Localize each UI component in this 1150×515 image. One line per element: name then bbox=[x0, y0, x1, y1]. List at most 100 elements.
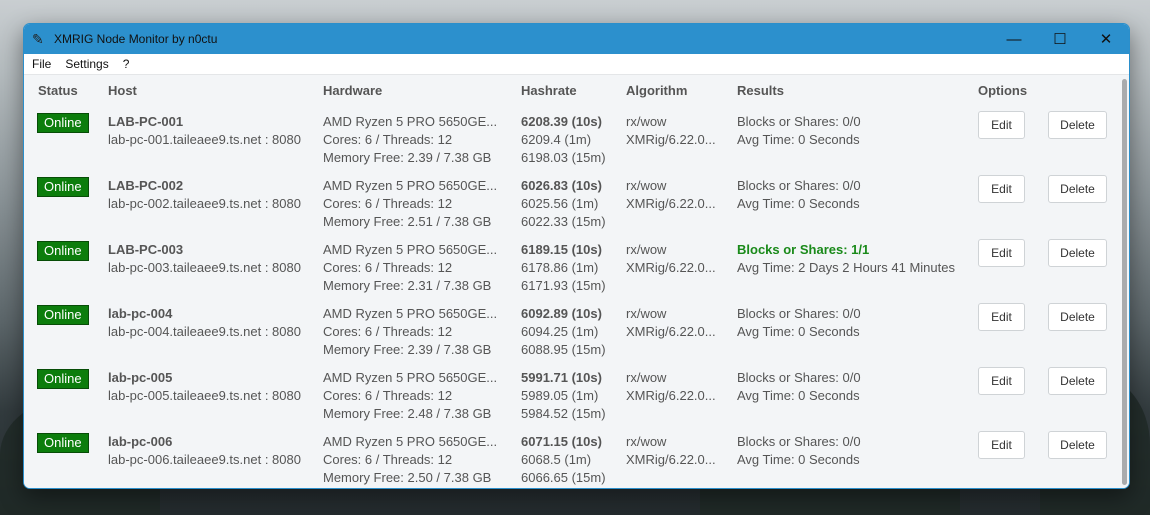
delete-button[interactable]: Delete bbox=[1048, 367, 1107, 395]
host-address: lab-pc-003.taileaee9.ts.net : 8080 bbox=[108, 260, 301, 275]
results-cell: Blocks or Shares: 0/0 Avg Time: 0 Second… bbox=[737, 177, 861, 213]
results-cell: Blocks or Shares: 0/0 Avg Time: 0 Second… bbox=[737, 369, 861, 405]
cpu-model: AMD Ryzen 5 PRO 5650GE... bbox=[323, 242, 498, 257]
menu-bar: File Settings ? bbox=[24, 54, 1129, 75]
hashrate-1m: 6068.5 (1m) bbox=[521, 452, 592, 467]
delete-button[interactable]: Delete bbox=[1048, 111, 1107, 139]
app-window: ✎ XMRIG Node Monitor by n0ctu — ☐ ✕ File… bbox=[23, 23, 1130, 489]
hashrate-cell: 6208.39 (10s) 6209.4 (1m) 6198.03 (15m) bbox=[521, 113, 606, 167]
delete-button[interactable]: Delete bbox=[1048, 175, 1107, 203]
shares-count: Blocks or Shares: 0/0 bbox=[737, 178, 861, 193]
algorithm-cell: rx/wow XMRig/6.22.0... bbox=[626, 241, 716, 277]
title-bar[interactable]: ✎ XMRIG Node Monitor by n0ctu — ☐ ✕ bbox=[24, 24, 1129, 54]
table-row: Online lab-pc-006 lab-pc-006.taileaee9.t… bbox=[24, 429, 1114, 488]
edit-button[interactable]: Edit bbox=[978, 431, 1025, 459]
shares-count: Blocks or Shares: 0/0 bbox=[737, 370, 861, 385]
cpu-cores: Cores: 6 / Threads: 12 bbox=[323, 452, 453, 467]
cpu-model: AMD Ryzen 5 PRO 5650GE... bbox=[323, 370, 498, 385]
status-badge: Online bbox=[37, 369, 89, 389]
edit-button[interactable]: Edit bbox=[978, 111, 1025, 139]
cpu-cores: Cores: 6 / Threads: 12 bbox=[323, 324, 453, 339]
algorithm-cell: rx/wow XMRig/6.22.0... bbox=[626, 305, 716, 341]
shares-count: Blocks or Shares: 0/0 bbox=[737, 434, 861, 449]
hardware-cell: AMD Ryzen 5 PRO 5650GE... Cores: 6 / Thr… bbox=[323, 305, 497, 359]
algorithm-cell: rx/wow XMRig/6.22.0... bbox=[626, 433, 716, 469]
host-address: lab-pc-005.taileaee9.ts.net : 8080 bbox=[108, 388, 301, 403]
header-host: Host bbox=[108, 83, 137, 98]
algorithm-name: rx/wow bbox=[626, 434, 667, 449]
miner-version: XMRig/6.22.0... bbox=[626, 260, 716, 275]
hashrate-15m: 5984.52 (15m) bbox=[521, 406, 606, 421]
header-hardware: Hardware bbox=[323, 83, 383, 98]
avg-time: Avg Time: 0 Seconds bbox=[737, 196, 860, 211]
miner-version: XMRig/6.22.0... bbox=[626, 196, 716, 211]
delete-button[interactable]: Delete bbox=[1048, 303, 1107, 331]
hashrate-15m: 6066.65 (15m) bbox=[521, 470, 606, 485]
cpu-model: AMD Ryzen 5 PRO 5650GE... bbox=[323, 306, 498, 321]
hashrate-1m: 5989.05 (1m) bbox=[521, 388, 599, 403]
hashrate-10s: 6071.15 (10s) bbox=[521, 434, 602, 449]
cpu-cores: Cores: 6 / Threads: 12 bbox=[323, 388, 453, 403]
hashrate-cell: 5991.71 (10s) 5989.05 (1m) 5984.52 (15m) bbox=[521, 369, 606, 423]
table-row: Online LAB-PC-002 lab-pc-002.taileaee9.t… bbox=[24, 173, 1114, 237]
avg-time: Avg Time: 0 Seconds bbox=[737, 388, 860, 403]
menu-file[interactable]: File bbox=[24, 57, 58, 71]
memory-free: Memory Free: 2.48 / 7.38 GB bbox=[323, 406, 492, 421]
status-badge: Online bbox=[37, 305, 89, 325]
algorithm-name: rx/wow bbox=[626, 370, 667, 385]
status-badge: Online bbox=[37, 241, 89, 261]
host-name: LAB-PC-003 bbox=[108, 242, 184, 257]
hashrate-cell: 6071.15 (10s) 6068.5 (1m) 6066.65 (15m) bbox=[521, 433, 606, 487]
edit-button[interactable]: Edit bbox=[978, 175, 1025, 203]
host-name: LAB-PC-002 bbox=[108, 178, 184, 193]
scrollbar[interactable] bbox=[1122, 79, 1127, 485]
edit-button[interactable]: Edit bbox=[978, 303, 1025, 331]
hardware-cell: AMD Ryzen 5 PRO 5650GE... Cores: 6 / Thr… bbox=[323, 369, 497, 423]
memory-free: Memory Free: 2.31 / 7.38 GB bbox=[323, 278, 492, 293]
menu-settings[interactable]: Settings bbox=[58, 57, 115, 71]
hashrate-10s: 6208.39 (10s) bbox=[521, 114, 602, 129]
edit-button[interactable]: Edit bbox=[978, 239, 1025, 267]
hashrate-1m: 6025.56 (1m) bbox=[521, 196, 599, 211]
cpu-cores: Cores: 6 / Threads: 12 bbox=[323, 196, 453, 211]
hardware-cell: AMD Ryzen 5 PRO 5650GE... Cores: 6 / Thr… bbox=[323, 433, 497, 487]
cpu-cores: Cores: 6 / Threads: 12 bbox=[323, 260, 453, 275]
memory-free: Memory Free: 2.39 / 7.38 GB bbox=[323, 150, 492, 165]
delete-button[interactable]: Delete bbox=[1048, 239, 1107, 267]
table-row: Online lab-pc-004 lab-pc-004.taileaee9.t… bbox=[24, 301, 1114, 365]
minimize-button[interactable]: — bbox=[991, 24, 1037, 54]
feather-icon: ✎ bbox=[32, 30, 44, 47]
host-address: lab-pc-001.taileaee9.ts.net : 8080 bbox=[108, 132, 301, 147]
host-cell: lab-pc-005 lab-pc-005.taileaee9.ts.net :… bbox=[108, 369, 301, 405]
results-cell: Blocks or Shares: 0/0 Avg Time: 0 Second… bbox=[737, 113, 861, 149]
host-address: lab-pc-002.taileaee9.ts.net : 8080 bbox=[108, 196, 301, 211]
header-hashrate: Hashrate bbox=[521, 83, 577, 98]
header-status: Status bbox=[38, 83, 78, 98]
hardware-cell: AMD Ryzen 5 PRO 5650GE... Cores: 6 / Thr… bbox=[323, 241, 497, 295]
header-algorithm: Algorithm bbox=[626, 83, 688, 98]
edit-button[interactable]: Edit bbox=[978, 367, 1025, 395]
avg-time: Avg Time: 0 Seconds bbox=[737, 452, 860, 467]
cpu-model: AMD Ryzen 5 PRO 5650GE... bbox=[323, 434, 498, 449]
menu-help[interactable]: ? bbox=[116, 57, 137, 71]
results-cell: Blocks or Shares: 0/0 Avg Time: 0 Second… bbox=[737, 433, 861, 469]
host-address: lab-pc-004.taileaee9.ts.net : 8080 bbox=[108, 324, 301, 339]
table-row: Online LAB-PC-003 lab-pc-003.taileaee9.t… bbox=[24, 237, 1114, 301]
miner-version: XMRig/6.22.0... bbox=[626, 132, 716, 147]
hardware-cell: AMD Ryzen 5 PRO 5650GE... Cores: 6 / Thr… bbox=[323, 113, 497, 167]
shares-count: Blocks or Shares: 0/0 bbox=[737, 114, 861, 129]
status-badge: Online bbox=[37, 177, 89, 197]
host-name: LAB-PC-001 bbox=[108, 114, 184, 129]
hashrate-15m: 6022.33 (15m) bbox=[521, 214, 606, 229]
hardware-cell: AMD Ryzen 5 PRO 5650GE... Cores: 6 / Thr… bbox=[323, 177, 497, 231]
memory-free: Memory Free: 2.51 / 7.38 GB bbox=[323, 214, 492, 229]
maximize-button[interactable]: ☐ bbox=[1037, 24, 1083, 54]
table-row: Online LAB-PC-001 lab-pc-001.taileaee9.t… bbox=[24, 109, 1114, 173]
host-cell: lab-pc-006 lab-pc-006.taileaee9.ts.net :… bbox=[108, 433, 301, 469]
host-cell: LAB-PC-002 lab-pc-002.taileaee9.ts.net :… bbox=[108, 177, 301, 213]
hashrate-15m: 6198.03 (15m) bbox=[521, 150, 606, 165]
node-table: Status Host Hardware Hashrate Algorithm … bbox=[24, 75, 1129, 488]
delete-button[interactable]: Delete bbox=[1048, 431, 1107, 459]
close-button[interactable]: ✕ bbox=[1083, 24, 1129, 54]
algorithm-cell: rx/wow XMRig/6.22.0... bbox=[626, 177, 716, 213]
